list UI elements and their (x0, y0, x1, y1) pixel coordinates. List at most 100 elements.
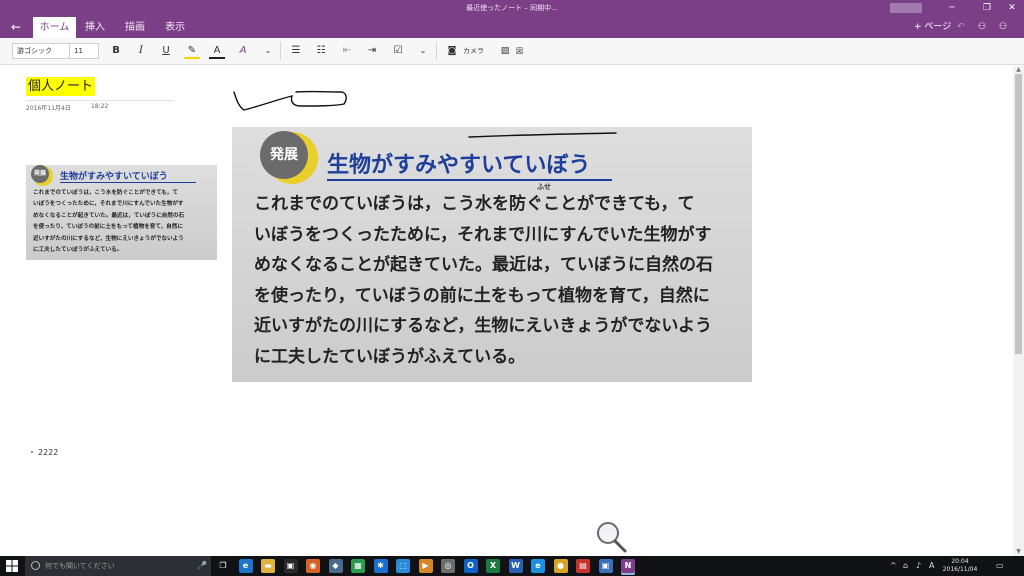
taskbar-app-red-icon[interactable]: ▤ (576, 559, 590, 573)
outdent-icon[interactable]: ⇤ (339, 43, 355, 59)
textbook-line: めなくなることが起きていた。最近は，ていぼうに自然の石 (254, 255, 713, 275)
chevron-down-icon[interactable]: ⌄ (415, 43, 431, 59)
heading-underline (60, 182, 196, 183)
tab-insert[interactable]: 挿入 (80, 17, 110, 38)
textbook-body: これまでのていぼうは，こう水を防ぐことができても，て いぼうをつくったために，そ… (254, 189, 713, 372)
picture-label[interactable]: 図 (516, 43, 523, 59)
todo-checkbox-icon[interactable]: ☑ (390, 43, 406, 59)
taskbar-app-green-icon[interactable]: ▦ (351, 559, 365, 573)
tab-home[interactable]: ホーム (33, 17, 76, 38)
taskbar-app-monitor-icon[interactable]: ▣ (598, 559, 613, 573)
italic-button[interactable]: I (133, 43, 149, 59)
note-text[interactable]: 2222 (38, 448, 58, 457)
cortana-icon (31, 561, 40, 570)
magnifier-icon[interactable] (594, 520, 628, 554)
highlight-icon[interactable]: ✎ (184, 43, 200, 59)
maximize-button[interactable]: ❐ (975, 2, 999, 14)
page-date: 2016年11月4日 (26, 105, 71, 112)
taskbar-app-sky-icon[interactable]: ⬚ (396, 559, 410, 573)
taskbar-store-icon[interactable]: ▣ (283, 559, 298, 573)
textbook-line: いぼうをつくったために，それまで川にすんでいた生物がす (254, 224, 712, 245)
textbook-body: これまでのていぼうは，こう水を防ぐことができても，て いぼうをつくったために，そ… (33, 188, 184, 256)
undo-icon[interactable]: ↶ (957, 20, 965, 34)
back-arrow-icon[interactable]: ← (8, 20, 24, 34)
taskbar-ie-icon[interactable]: e (531, 559, 545, 573)
textbook-line: に工夫したていぼうがふえている。 (254, 346, 526, 367)
textbook-heading: 生物がすみやすいていぼう (60, 172, 168, 182)
numbering-icon[interactable]: ☷ (313, 43, 329, 59)
tab-draw[interactable]: 描画 (120, 17, 150, 38)
scroll-down-icon[interactable]: ▼ (1013, 548, 1024, 556)
taskbar-clock[interactable]: 20:04 2016/11/04 (940, 558, 980, 574)
windows-start-icon[interactable] (6, 560, 18, 572)
textbook-line: を使ったり，ていぼうの前に土をもって植物を育て，自然に (254, 285, 710, 306)
picture-icon[interactable]: ▨ (497, 43, 513, 59)
bullets-icon[interactable]: ☰ (288, 43, 304, 59)
clock-date: 2016/11/04 (942, 566, 978, 573)
taskbar-app-gray-icon[interactable]: ◎ (441, 559, 455, 573)
textbook-line: いぼうをつくったために，それまで川にすんでいた生物がす (33, 201, 184, 208)
textbook-line: 近いすがたの川にするなど，生物にえいきょうがでないよう (254, 316, 712, 336)
chevron-down-icon[interactable]: ⌄ (260, 43, 276, 59)
taskbar-app-orange-icon[interactable]: ▶ (418, 559, 433, 573)
camera-label[interactable]: カメラ (463, 43, 484, 59)
font-size-select[interactable]: 11 (69, 43, 99, 59)
taskbar: 何でも聞いてください 🎤 ❐ e ▬ ▣ ◉ ◆ ▦ ✱ ⬚ ▶ ◎ O X We ● ▤ ▣ N ^ ⌂ ♪ A… (0, 556, 1024, 576)
add-page-button[interactable]: + ページ (914, 20, 951, 34)
vertical-scrollbar[interactable]: ▲ ▼ (1013, 66, 1024, 556)
share-icon[interactable]: ⚇ (978, 20, 986, 34)
tray-overflow-icon[interactable]: ^ (890, 556, 897, 576)
page-time: 18:22 (91, 103, 109, 110)
ribbon-divider (280, 42, 281, 60)
network-icon[interactable]: ⌂ (903, 556, 908, 576)
clock-time: 20:04 (951, 558, 969, 565)
clear-format-icon[interactable]: A (235, 43, 251, 59)
notification-icon[interactable]: ▭ (996, 556, 1004, 576)
taskbar-firefox-icon[interactable]: ◉ (306, 559, 320, 573)
account-chip[interactable] (890, 3, 922, 13)
taskbar-onenote-icon[interactable]: N (621, 559, 635, 573)
textbook-image-large[interactable]: 発展 生物がすみやすいていぼう ふせ これまでのていぼうは，こう水を防ぐことがで… (232, 127, 752, 382)
bullet-dot (31, 451, 33, 453)
heading-underline (327, 179, 612, 181)
font-name-select[interactable]: 游ゴシック (12, 43, 70, 59)
camera-icon[interactable]: ◙ (444, 43, 460, 59)
scroll-up-icon[interactable]: ▲ (1013, 66, 1024, 74)
taskbar-task-view-icon[interactable]: ❐ (216, 559, 230, 573)
indent-icon[interactable]: ⇥ (364, 43, 380, 59)
ribbon-toolbar: 游ゴシック 11 B I U ✎ A A ⌄ ☰ ☷ ⇤ ⇥ ☑ ⌄ ◙ カメラ… (0, 38, 1024, 65)
taskbar-app-blue-icon[interactable]: ✱ (373, 559, 388, 573)
badge-label: 発展 (260, 131, 308, 179)
scrollbar-thumb[interactable] (1015, 74, 1022, 354)
textbook-heading: 生物がすみやすいていぼう (327, 153, 591, 178)
taskbar-app-bird-icon[interactable]: ◆ (328, 559, 343, 573)
textbook-line: に工夫したていぼうがふえている。 (33, 247, 123, 254)
taskbar-word-icon[interactable]: W (508, 559, 523, 573)
ink-stroke-scribble[interactable] (228, 84, 352, 116)
ribbon-divider (436, 42, 437, 60)
ime-indicator[interactable]: A (929, 556, 934, 576)
tab-view[interactable]: 表示 (160, 17, 190, 38)
title-underline (26, 100, 174, 101)
textbook-image-small[interactable]: 発展 生物がすみやすいていぼう これまでのていぼうは，こう水を防ぐことができても… (26, 165, 217, 260)
close-button[interactable]: ✕ (1000, 2, 1024, 14)
search-placeholder: 何でも聞いてください (45, 562, 115, 570)
underline-button[interactable]: U (158, 43, 174, 59)
minimize-button[interactable]: ─ (940, 2, 964, 14)
volume-icon[interactable]: ♪ (916, 556, 921, 576)
font-color-icon[interactable]: A (209, 43, 225, 59)
textbook-line: これまでのていぼうは，こう水を防ぐことができても，て (254, 194, 695, 214)
title-bar: 最近使ったノート – 同期中... ─ ❐ ✕ ← ホーム 挿入 描画 表示 +… (0, 0, 1024, 38)
taskbar-file-explorer-icon[interactable]: ▬ (261, 559, 275, 573)
page-title[interactable]: 個人ノート (26, 77, 96, 96)
taskbar-outlook-icon[interactable]: O (463, 559, 478, 573)
bold-button[interactable]: B (108, 43, 124, 59)
account-icon[interactable]: ⚇ (999, 20, 1007, 34)
taskbar-edge-icon[interactable]: e (238, 559, 253, 573)
microphone-icon[interactable]: 🎤 (197, 556, 207, 576)
window-title: 最近使ったノート – 同期中... (466, 4, 558, 12)
textbook-line: めなくなることが起きていた。最近は，ていぼうに自然の石 (33, 212, 185, 219)
taskbar-chrome-icon[interactable]: ● (553, 559, 568, 573)
taskbar-search-box[interactable]: 何でも聞いてください 🎤 (25, 556, 211, 576)
taskbar-excel-icon[interactable]: X (486, 559, 500, 573)
